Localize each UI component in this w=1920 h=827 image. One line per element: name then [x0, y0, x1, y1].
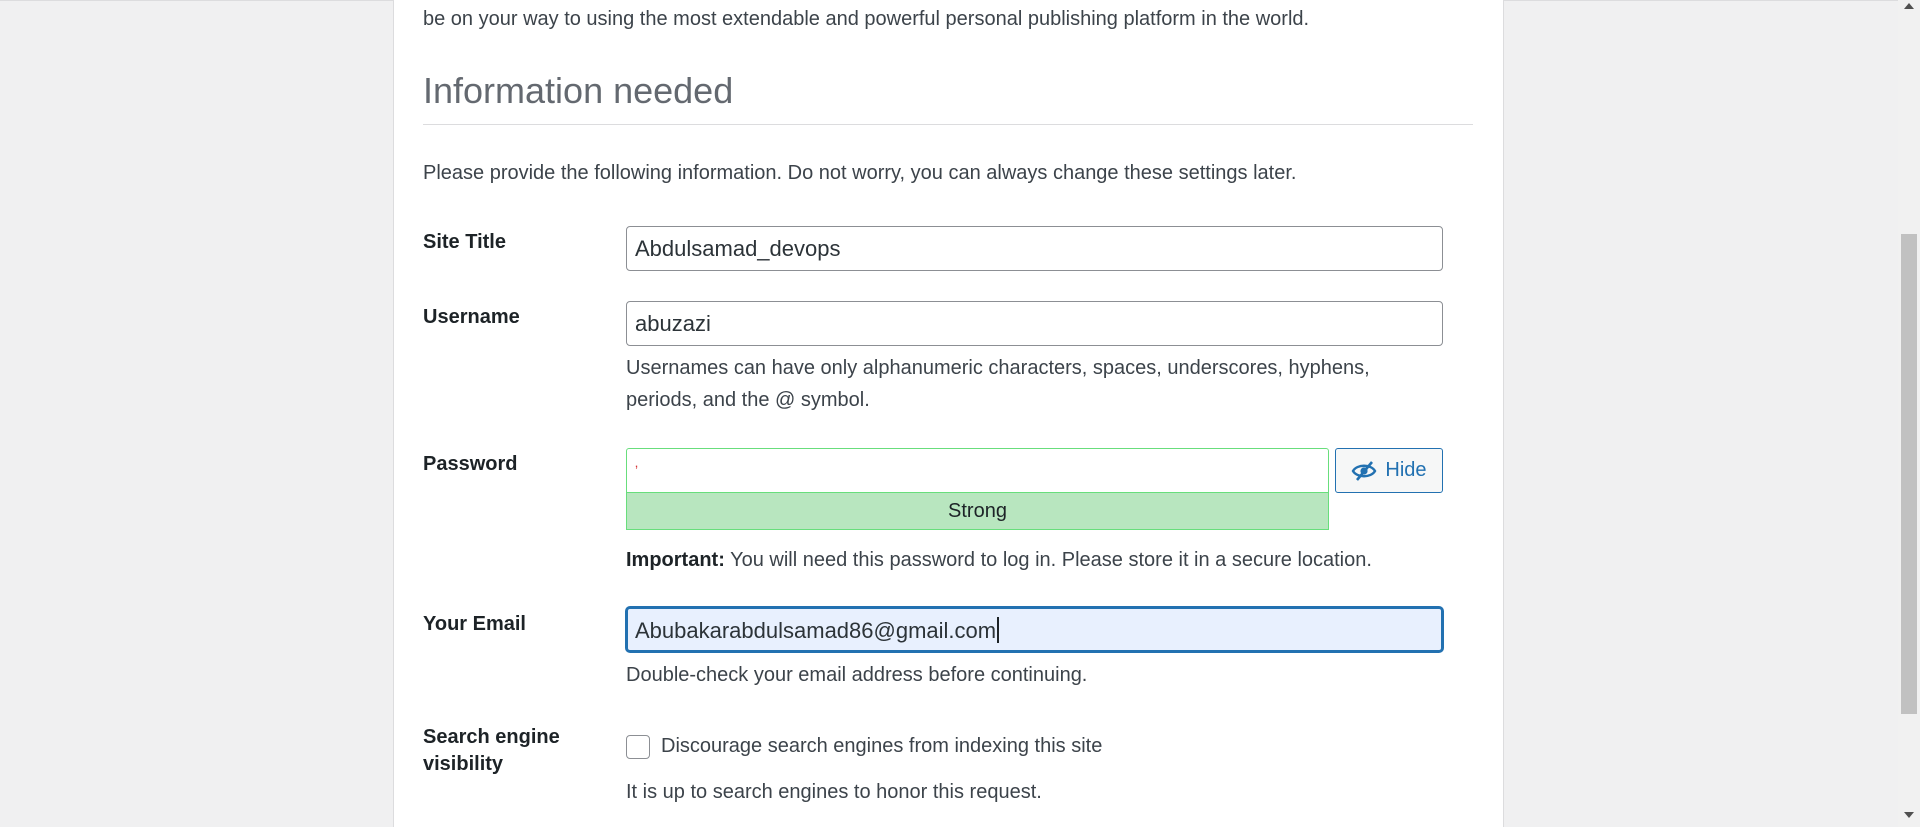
- username-hint-line1: Usernames can have only alphanumeric cha…: [626, 357, 1370, 379]
- heading-divider: [423, 124, 1473, 125]
- password-important-note: Important: You will need this password t…: [626, 544, 1372, 576]
- intro-text: be on your way to using the most extenda…: [423, 8, 1310, 30]
- scroll-up-arrow-icon[interactable]: [1904, 3, 1914, 9]
- search-visibility-hint: It is up to search engines to honor this…: [626, 781, 1042, 803]
- email-input[interactable]: Abubakarabdulsamad86@gmail.com: [626, 607, 1443, 652]
- password-label: Password: [423, 453, 518, 475]
- username-hint-line2: periods, and the @ symbol.: [626, 389, 870, 411]
- site-title-label: Site Title: [423, 231, 506, 253]
- password-strength-meter: Strong: [626, 492, 1329, 530]
- search-visibility-label-line1: Search engine: [423, 726, 560, 748]
- search-visibility-label: Search engine visibility: [423, 724, 560, 778]
- eye-slash-icon: [1352, 460, 1377, 481]
- hide-password-button[interactable]: Hide: [1335, 448, 1443, 493]
- install-form-panel: be on your way to using the most extenda…: [393, 0, 1504, 827]
- site-title-input[interactable]: Abdulsamad_devops: [626, 226, 1443, 271]
- password-input[interactable]: ʼ: [626, 448, 1329, 493]
- discourage-search-label[interactable]: Discourage search engines from indexing …: [661, 733, 1102, 759]
- hide-button-label: Hide: [1385, 459, 1427, 481]
- username-hint: Usernames can have only alphanumeric cha…: [626, 352, 1370, 416]
- username-input[interactable]: abuzazi: [626, 301, 1443, 346]
- username-label: Username: [423, 306, 520, 328]
- important-text: You will need this password to log in. P…: [724, 549, 1372, 571]
- discourage-search-checkbox[interactable]: [626, 735, 650, 759]
- section-heading: Information needed: [423, 70, 734, 111]
- email-value: Abubakarabdulsamad86@gmail.com: [635, 618, 997, 643]
- email-label: Your Email: [423, 613, 526, 635]
- form-description: Please provide the following information…: [423, 162, 1297, 184]
- text-caret: [997, 617, 1000, 643]
- page-scrollbar[interactable]: [1898, 0, 1920, 827]
- search-visibility-label-line2: visibility: [423, 753, 504, 775]
- scroll-down-arrow-icon[interactable]: [1904, 812, 1914, 818]
- email-hint: Double-check your email address before c…: [626, 664, 1088, 686]
- scrollbar-thumb[interactable]: [1901, 234, 1917, 714]
- important-label: Important:: [626, 549, 725, 571]
